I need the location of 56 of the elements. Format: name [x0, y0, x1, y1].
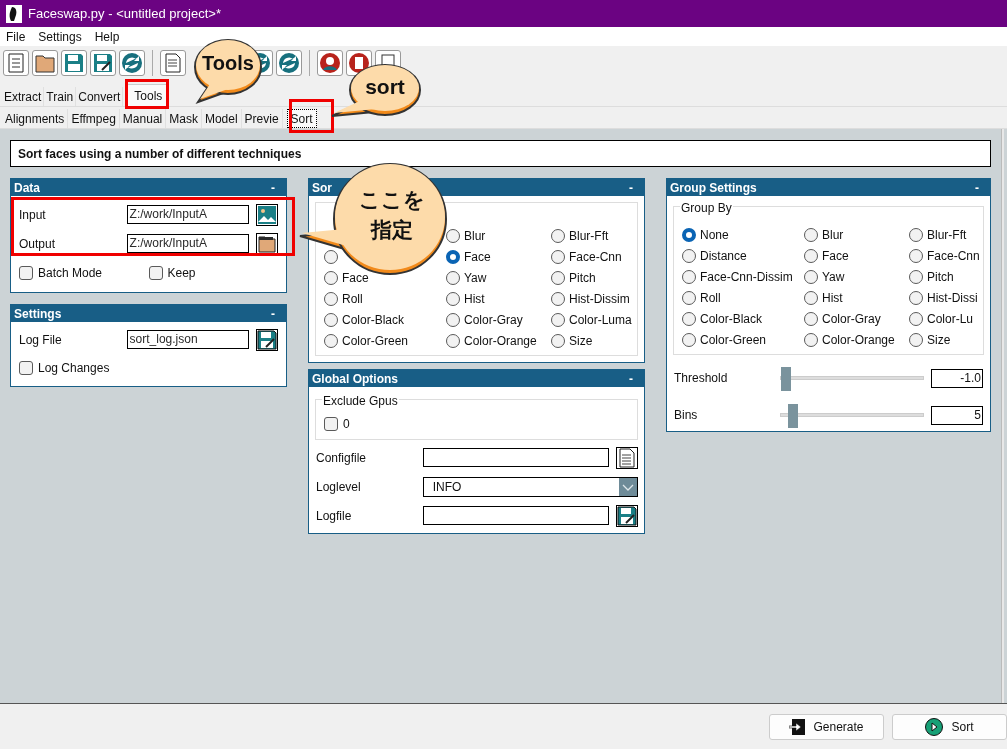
radio-label: Distance [700, 248, 747, 265]
field-label: Configfile [315, 449, 368, 467]
radio-label: Hist [822, 290, 843, 307]
field-label: Logfile [315, 507, 353, 525]
callout-text: ここを 指定 [359, 187, 425, 243]
radio-label: Color-Green [342, 333, 409, 350]
description-box: Sort faces using a number of different techniques [10, 140, 991, 167]
field-label: Log File [19, 331, 63, 349]
radio-label: Color-Luma [569, 312, 632, 329]
field-label: Input [19, 206, 47, 224]
radio-label: Blur [822, 227, 844, 244]
panel-title: Group Settings [670, 179, 757, 197]
radio-label: Pitch [927, 269, 954, 286]
radio-label: Face [464, 249, 491, 266]
radio-label: Color-Black [342, 312, 404, 329]
radio-label: Blur [464, 228, 486, 245]
radio-label: Color-Orange [464, 333, 537, 350]
panel-title: Data [14, 179, 40, 197]
radio-label: Color-Gray [822, 311, 881, 328]
radio-label: Face-Cnn-Dissim [700, 269, 793, 286]
radio-label: Color-Orange [822, 332, 895, 349]
radio-label: Size [927, 332, 951, 349]
checkbox-label: Log Changes [38, 360, 110, 377]
radio-label: Pitch [569, 270, 596, 287]
checkbox-label: Keep [167, 265, 196, 282]
radio-label: Blur-Fft [927, 227, 967, 244]
radio-label: Color-Gray [464, 312, 523, 329]
slider-label: Threshold [673, 370, 729, 387]
callout-text: sort [365, 74, 405, 100]
radio-label: Hist-Dissim [569, 291, 630, 308]
panel-title: Sor [312, 179, 332, 197]
panel-title: Settings [14, 305, 62, 323]
field-label: Output [19, 235, 57, 253]
radio-label: Yaw [822, 269, 845, 286]
radio-label: Size [569, 333, 593, 350]
radio-label: Hist-Dissi [927, 290, 978, 307]
radio-label: Blur-Fft [569, 228, 609, 245]
radio-label: Face-Cnn [927, 248, 980, 265]
radio-label: None [700, 227, 729, 244]
checkbox-label: Batch Mode [38, 265, 103, 282]
callout-text: Tools [202, 51, 254, 76]
window-title: Faceswap.py - <untitled project>* [28, 4, 221, 23]
checkbox-label: 0 [343, 415, 350, 433]
radio-label: Face [342, 270, 369, 287]
radio-label: Face-Cnn [569, 249, 622, 266]
radio-label: Color-Lu [927, 311, 974, 328]
radio-label: Roll [342, 291, 363, 308]
radio-label: Color-Black [700, 311, 762, 328]
radio-label: Roll [700, 290, 721, 307]
radio-label: Yaw [464, 270, 487, 287]
radio-label: Color-Green [700, 332, 767, 349]
slider-label: Bins [673, 407, 699, 424]
radio-label: Hist [464, 291, 485, 308]
panel-title: Global Options [312, 370, 398, 388]
field-label: Loglevel [315, 478, 362, 496]
radio-label: Face [822, 248, 849, 265]
